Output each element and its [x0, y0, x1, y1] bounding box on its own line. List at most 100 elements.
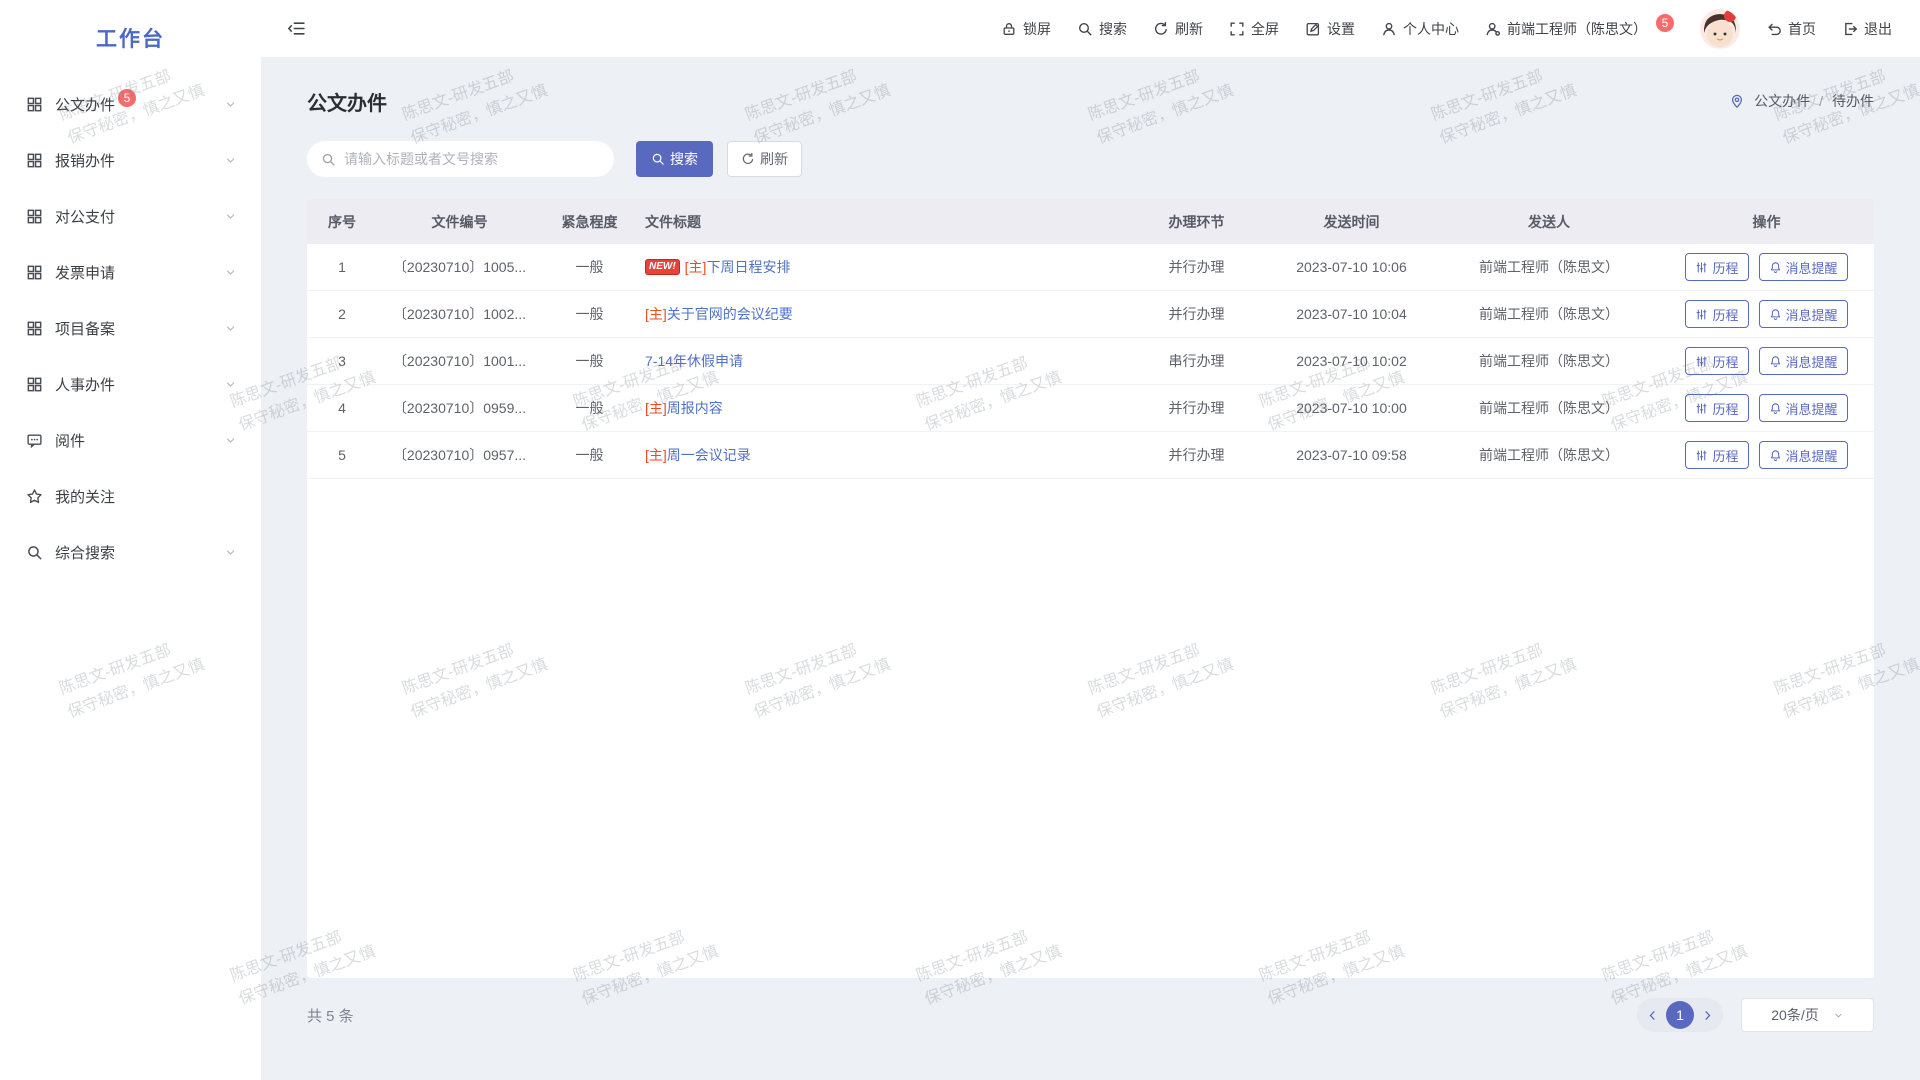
app-root: 工作台 公文办件5报销办件对公支付发票申请项目备案人事办件阅件我的关注综合搜索 … [0, 0, 1920, 1080]
logout-button[interactable]: 退出 [1842, 19, 1892, 39]
topbar-action-label: 锁屏 [1023, 19, 1051, 39]
search-icon [26, 544, 43, 561]
topbar-action-search[interactable]: 搜索 [1077, 19, 1127, 39]
sidebar-item[interactable]: 公文办件5 [0, 76, 261, 132]
document-title-link[interactable]: [主]周一会议记录 [645, 445, 751, 465]
sidebar-item-label: 我的关注 [55, 486, 115, 507]
next-page-icon[interactable] [1701, 1009, 1714, 1022]
document-title-link[interactable]: [主]关于官网的会议纪要 [645, 304, 793, 324]
new-badge: NEW! [645, 259, 680, 275]
cell-index: 1 [307, 259, 377, 275]
document-title-link[interactable]: 7-14年休假申请 [645, 351, 743, 371]
sidebar-item[interactable]: 我的关注 [0, 468, 261, 524]
sidebar-item[interactable]: 项目备案 [0, 300, 261, 356]
search-button-label: 搜索 [670, 149, 698, 169]
topbar-action-lock[interactable]: 锁屏 [1001, 19, 1051, 39]
sidebar-item-label: 报销办件 [55, 150, 115, 171]
bell-icon [1769, 308, 1782, 321]
document-title-link[interactable]: NEW![主]下周日程安排 [645, 257, 790, 277]
topbar-action-user[interactable]: 个人中心 [1381, 19, 1459, 39]
cell-index: 5 [307, 447, 377, 463]
prev-page-icon[interactable] [1646, 1009, 1659, 1022]
grid-icon [26, 96, 43, 113]
doc-title-text: 周一会议记录 [667, 445, 751, 465]
history-button[interactable]: 历程 [1685, 300, 1748, 328]
message-remind-button[interactable]: 消息提醒 [1759, 441, 1848, 469]
comment-icon [26, 432, 43, 449]
total-count: 共 5 条 [307, 1005, 354, 1026]
table-row: 2〔20230710〕1002...一般[主]关于官网的会议纪要并行办理2023… [307, 291, 1874, 338]
table-row: 3〔20230710〕1001...一般7-14年休假申请串行办理2023-07… [307, 338, 1874, 385]
breadcrumb-separator: / [1819, 93, 1823, 109]
breadcrumb-current: 待办件 [1832, 91, 1874, 111]
message-remind-label: 消息提醒 [1786, 399, 1838, 418]
sidebar-item[interactable]: 发票申请 [0, 244, 261, 300]
topbar-action-refresh[interactable]: 刷新 [1153, 19, 1203, 39]
chevron-down-icon [224, 210, 237, 223]
sliders-icon [1695, 449, 1708, 462]
message-remind-button[interactable]: 消息提醒 [1759, 253, 1848, 281]
chevron-down-icon [1833, 1010, 1844, 1021]
history-label: 历程 [1712, 399, 1738, 418]
topbar-action-label: 搜索 [1099, 19, 1127, 39]
refresh-icon [1153, 21, 1169, 37]
sidebar: 工作台 公文办件5报销办件对公支付发票申请项目备案人事办件阅件我的关注综合搜索 [0, 0, 261, 1080]
cell-step: 并行办理 [1129, 445, 1264, 465]
doc-title-text: 关于官网的会议纪要 [667, 304, 793, 324]
history-button[interactable]: 历程 [1685, 253, 1748, 281]
collapse-sidebar-icon[interactable] [287, 19, 306, 38]
pager: 1 [1637, 998, 1723, 1032]
sidebar-item-label: 综合搜索 [55, 542, 115, 563]
current-user-chip[interactable]: 前端工程师（陈思文） 5 [1485, 19, 1674, 39]
user-notification-badge: 5 [1656, 14, 1674, 32]
topbar-action-fullscreen[interactable]: 全屏 [1229, 19, 1279, 39]
message-remind-button[interactable]: 消息提醒 [1759, 394, 1848, 422]
cell-send-time: 2023-07-10 10:02 [1264, 353, 1439, 369]
message-remind-label: 消息提醒 [1786, 352, 1838, 371]
cell-actions: 历程 消息提醒 [1659, 347, 1874, 375]
sidebar-item[interactable]: 报销办件 [0, 132, 261, 188]
cell-send-time: 2023-07-10 10:04 [1264, 306, 1439, 322]
search-icon [321, 152, 336, 167]
cell-urgency: 一般 [542, 257, 637, 277]
sliders-icon [1695, 402, 1708, 415]
search-input[interactable] [344, 151, 600, 167]
topbar-action-label: 刷新 [1175, 19, 1203, 39]
history-button[interactable]: 历程 [1685, 441, 1748, 469]
topbar-action-label: 全屏 [1251, 19, 1279, 39]
home-button[interactable]: 首页 [1766, 19, 1816, 39]
breadcrumb-root[interactable]: 公文办件 [1754, 91, 1810, 111]
page-number-button[interactable]: 1 [1666, 1001, 1694, 1029]
message-remind-label: 消息提醒 [1786, 446, 1838, 465]
sliders-icon [1695, 261, 1708, 274]
sidebar-item[interactable]: 人事办件 [0, 356, 261, 412]
cell-sender: 前端工程师（陈思文） [1439, 351, 1659, 371]
cell-doc-number: 〔20230710〕1001... [377, 351, 542, 371]
sidebar-item-label: 公文办件 [55, 94, 115, 115]
user-avatar[interactable] [1700, 9, 1740, 49]
cell-index: 2 [307, 306, 377, 322]
history-button[interactable]: 历程 [1685, 347, 1748, 375]
document-title-link[interactable]: [主]周报内容 [645, 398, 723, 418]
sidebar-item[interactable]: 对公支付 [0, 188, 261, 244]
history-button[interactable]: 历程 [1685, 394, 1748, 422]
message-remind-button[interactable]: 消息提醒 [1759, 347, 1848, 375]
cell-step: 并行办理 [1129, 257, 1264, 277]
cell-urgency: 一般 [542, 304, 637, 324]
logout-icon [1842, 21, 1858, 37]
doc-title-text: 下周日程安排 [706, 257, 790, 277]
cell-index: 4 [307, 400, 377, 416]
sidebar-item[interactable]: 综合搜索 [0, 524, 261, 580]
home-label: 首页 [1788, 19, 1816, 39]
topbar-action-edit[interactable]: 设置 [1305, 19, 1355, 39]
topbar-action-label: 设置 [1327, 19, 1355, 39]
star-icon [26, 488, 43, 505]
page-size-select[interactable]: 20条/页 [1741, 998, 1874, 1032]
search-button[interactable]: 搜索 [636, 141, 713, 177]
chevron-down-icon [224, 98, 237, 111]
message-remind-button[interactable]: 消息提醒 [1759, 300, 1848, 328]
refresh-button[interactable]: 刷新 [727, 141, 802, 177]
doc-tag: [主] [645, 304, 667, 324]
sidebar-item[interactable]: 阅件 [0, 412, 261, 468]
column-header: 文件标题 [637, 212, 1129, 232]
